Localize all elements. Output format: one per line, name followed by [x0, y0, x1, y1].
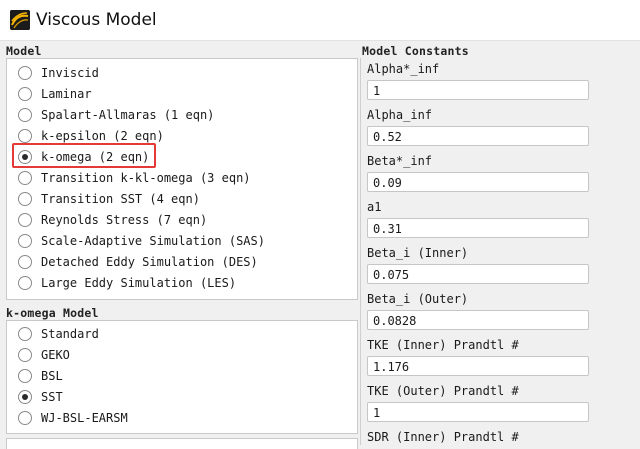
constant-input-beta-i-outer[interactable]: 0.0828	[367, 310, 589, 330]
model-option-des[interactable]: Detached Eddy Simulation (DES)	[7, 252, 258, 272]
option-label: Transition SST (4 eqn)	[41, 192, 200, 206]
constant-input-a1[interactable]: 0.31	[367, 218, 589, 238]
radio-button[interactable]	[18, 66, 32, 80]
radio-button[interactable]	[18, 234, 32, 248]
radio-button[interactable]	[18, 171, 32, 185]
radio-button[interactable]	[18, 411, 32, 425]
constants-group-label: Model Constants	[362, 44, 469, 58]
model-option-les[interactable]: Large Eddy Simulation (LES)	[7, 273, 236, 293]
constant-label-a1: a1	[367, 200, 382, 214]
constant-label-beta-i-outer: Beta_i (Outer)	[367, 292, 469, 306]
komega-group-label: k-omega Model	[6, 306, 99, 320]
option-label: SST	[41, 390, 63, 404]
radio-button[interactable]	[18, 192, 32, 206]
constant-label-alpha-star-inf: Alpha*_inf	[367, 62, 440, 76]
komega-option-geko[interactable]: GEKO	[7, 345, 70, 365]
constants-scroll-area[interactable]: Alpha*_inf 1 Alpha_inf 0.52 Beta*_inf 0.…	[360, 58, 640, 445]
next-group-panel	[6, 438, 358, 449]
komega-option-bsl[interactable]: BSL	[7, 366, 63, 386]
radio-button[interactable]	[18, 276, 32, 290]
model-option-spalart-allmaras[interactable]: Spalart-Allmaras (1 eqn)	[7, 105, 214, 125]
constant-label-tke-outer-prandtl: TKE (Outer) Prandtl #	[367, 384, 519, 398]
option-label: Scale-Adaptive Simulation (SAS)	[41, 234, 265, 248]
radio-button[interactable]	[18, 255, 32, 269]
model-option-laminar[interactable]: Laminar	[7, 84, 92, 104]
option-label: k-epsilon (2 eqn)	[41, 129, 164, 143]
option-label: BSL	[41, 369, 63, 383]
model-option-transition-sst[interactable]: Transition SST (4 eqn)	[7, 189, 200, 209]
option-label: WJ-BSL-EARSM	[41, 411, 128, 425]
app-icon	[10, 10, 30, 30]
option-label: Inviscid	[41, 66, 99, 80]
option-label: Standard	[41, 327, 99, 341]
komega-option-sst[interactable]: SST	[7, 387, 63, 407]
radio-button[interactable]	[18, 87, 32, 101]
komega-option-standard[interactable]: Standard	[7, 324, 99, 344]
radio-button[interactable]	[18, 108, 32, 122]
constant-input-alpha-star-inf[interactable]: 1	[367, 80, 589, 100]
radio-button[interactable]	[18, 348, 32, 362]
constant-input-beta-i-inner[interactable]: 0.075	[367, 264, 589, 284]
constant-label-beta-star-inf: Beta*_inf	[367, 154, 433, 168]
option-label: GEKO	[41, 348, 70, 362]
radio-button[interactable]	[18, 369, 32, 383]
model-panel: Inviscid Laminar Spalart-Allmaras (1 eqn…	[6, 58, 358, 300]
option-label: Spalart-Allmaras (1 eqn)	[41, 108, 215, 122]
constant-label-sdr-inner-prandtl: SDR (Inner) Prandtl #	[367, 430, 519, 444]
selection-highlight	[12, 143, 156, 168]
constant-input-beta-star-inf[interactable]: 0.09	[367, 172, 589, 192]
option-label: Detached Eddy Simulation (DES)	[41, 255, 258, 269]
constant-label-tke-inner-prandtl: TKE (Inner) Prandtl #	[367, 338, 519, 352]
option-label: Reynolds Stress (7 eqn)	[41, 213, 208, 227]
model-option-sas[interactable]: Scale-Adaptive Simulation (SAS)	[7, 231, 265, 251]
model-option-inviscid[interactable]: Inviscid	[7, 63, 99, 83]
option-label: Large Eddy Simulation (LES)	[41, 276, 237, 290]
constant-label-alpha-inf: Alpha_inf	[367, 108, 433, 122]
radio-button[interactable]	[18, 390, 32, 404]
komega-panel: Standard GEKO BSL SST WJ-BSL-EARSM	[6, 320, 358, 434]
radio-button[interactable]	[18, 129, 32, 143]
title-bar: Viscous Model	[0, 0, 640, 41]
option-label: Transition k-kl-omega (3 eqn)	[41, 171, 251, 185]
constant-input-tke-outer-prandtl[interactable]: 1	[367, 402, 589, 422]
model-group-label: Model	[6, 44, 42, 58]
constant-input-alpha-inf[interactable]: 0.52	[367, 126, 589, 146]
model-option-reynolds-stress[interactable]: Reynolds Stress (7 eqn)	[7, 210, 207, 230]
radio-button[interactable]	[18, 327, 32, 341]
radio-button[interactable]	[18, 213, 32, 227]
constant-input-tke-inner-prandtl[interactable]: 1.176	[367, 356, 589, 376]
model-option-transition-kkl-omega[interactable]: Transition k-kl-omega (3 eqn)	[7, 168, 251, 188]
option-label: Laminar	[41, 87, 92, 101]
komega-option-wj-bsl-earsm[interactable]: WJ-BSL-EARSM	[7, 408, 128, 428]
constant-label-beta-i-inner: Beta_i (Inner)	[367, 246, 469, 260]
window-title: Viscous Model	[36, 10, 157, 30]
